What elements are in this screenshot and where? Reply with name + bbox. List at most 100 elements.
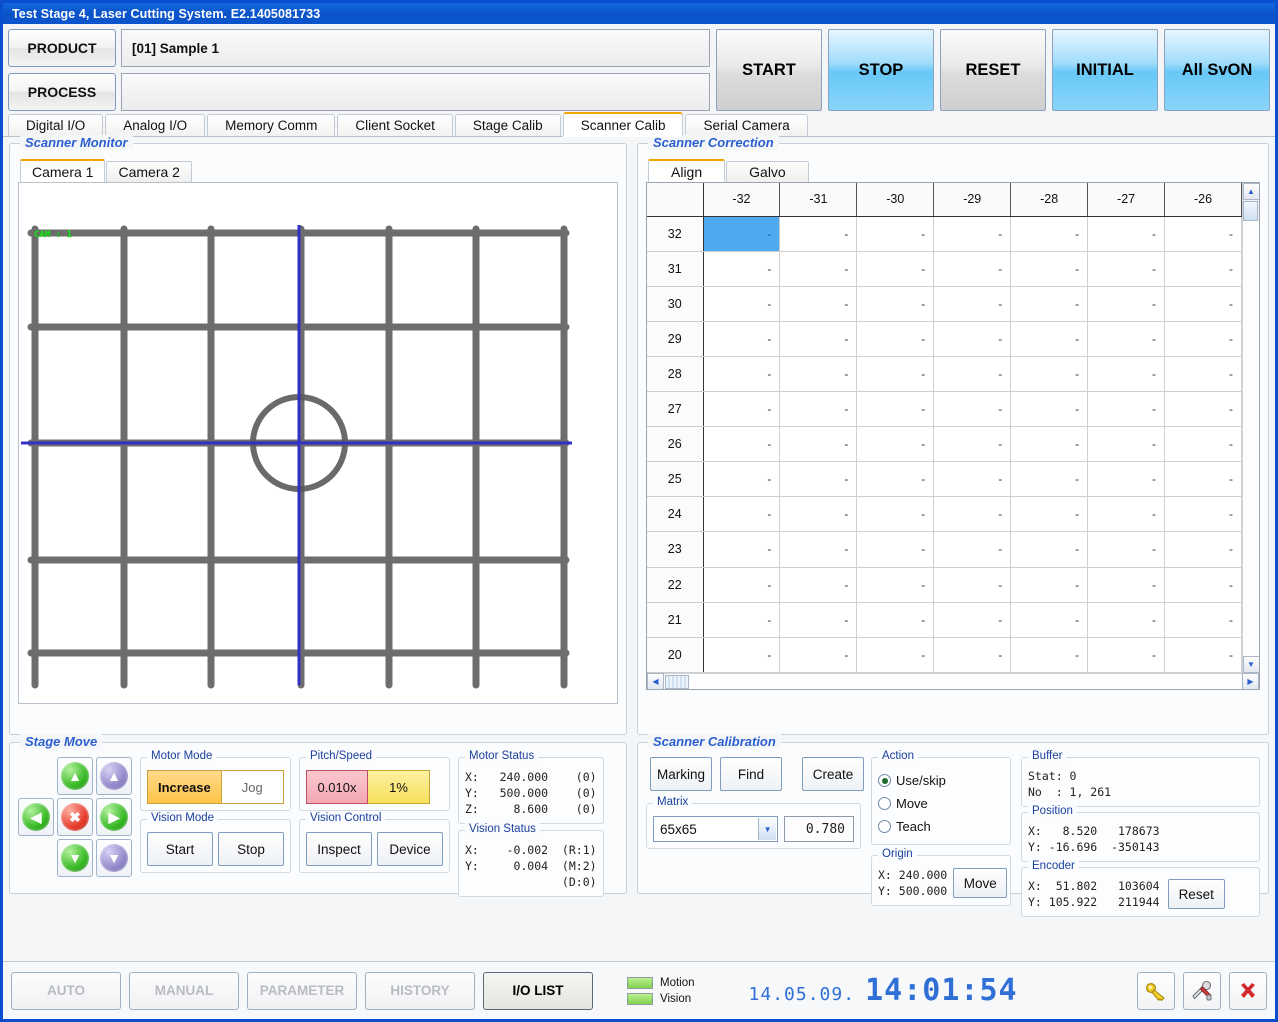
table-cell[interactable]: -	[933, 602, 1012, 638]
table-cell[interactable]: -	[1010, 567, 1089, 603]
column-header[interactable]: -32	[703, 183, 781, 217]
reset-button[interactable]: RESET	[940, 29, 1046, 111]
table-cell[interactable]: -	[1010, 356, 1089, 393]
table-cell[interactable]: -	[856, 356, 935, 393]
process-field[interactable]	[121, 73, 710, 111]
table-cell[interactable]: -	[1164, 356, 1242, 393]
vision-inspect-button[interactable]: Inspect	[306, 832, 372, 866]
table-cell[interactable]: -	[779, 356, 858, 393]
column-header[interactable]: -28	[1010, 183, 1089, 217]
row-header[interactable]: 20	[647, 637, 704, 674]
process-button[interactable]: PROCESS	[8, 73, 116, 111]
stop-button[interactable]: STOP	[828, 29, 934, 111]
table-cell[interactable]: -	[1087, 286, 1166, 322]
table-cell[interactable]: -	[703, 531, 781, 568]
mode-manual-button[interactable]: MANUAL	[129, 971, 239, 1010]
table-cell[interactable]: -	[779, 251, 858, 287]
table-cell[interactable]: -	[779, 461, 858, 498]
tab-analog-i-o[interactable]: Analog I/O	[105, 114, 206, 136]
table-cell[interactable]: -	[1164, 426, 1242, 463]
action-radio-use-skip[interactable]: Use/skip	[878, 769, 1004, 792]
mode-history-button[interactable]: HISTORY	[365, 971, 475, 1010]
table-cell[interactable]: -	[703, 602, 781, 638]
vision-stop-button[interactable]: Stop	[218, 832, 284, 866]
product-button[interactable]: PRODUCT	[8, 29, 116, 67]
scroll-up-icon[interactable]: ▲	[1242, 183, 1259, 200]
table-cell[interactable]: -	[856, 251, 935, 287]
table-cell[interactable]: -	[1010, 602, 1089, 638]
stage-stop-button[interactable]: ✖	[57, 798, 93, 836]
column-header[interactable]: -29	[933, 183, 1012, 217]
table-cell[interactable]: -	[703, 637, 781, 674]
table-cell[interactable]: -	[703, 391, 781, 428]
table-vertical-scrollbar[interactable]: ▲ ▼	[1242, 183, 1259, 673]
table-cell[interactable]: -	[779, 531, 858, 568]
correction-tab-align[interactable]: Align	[648, 159, 726, 182]
table-cell[interactable]: -	[856, 531, 935, 568]
table-cell[interactable]: -	[1010, 496, 1089, 533]
row-header[interactable]: 26	[647, 426, 704, 463]
motor-mode-increase-button[interactable]: Increase	[147, 770, 222, 804]
close-icon[interactable]	[1229, 971, 1267, 1010]
table-cell[interactable]: -	[1164, 531, 1242, 568]
vision-device-button[interactable]: Device	[377, 832, 443, 866]
create-button[interactable]: Create	[802, 757, 864, 791]
origin-move-button[interactable]: Move	[953, 868, 1008, 898]
table-cell[interactable]: -	[703, 251, 781, 287]
vertical-scroll-track[interactable]	[1242, 221, 1259, 656]
table-cell[interactable]: -	[1087, 356, 1166, 393]
table-cell[interactable]: -	[933, 637, 1012, 674]
camera-tab-2[interactable]: Camera 2	[106, 161, 192, 182]
row-header[interactable]: 29	[647, 321, 704, 357]
pitch-button[interactable]: 0.010x	[306, 770, 368, 804]
camera-tab-1[interactable]: Camera 1	[20, 159, 106, 182]
stage-y-plus-button[interactable]: ▲	[57, 757, 93, 795]
tab-digital-i-o[interactable]: Digital I/O	[8, 114, 104, 136]
stage-z-minus-button[interactable]: ▼	[96, 839, 132, 877]
table-cell[interactable]: -	[1087, 321, 1166, 357]
scroll-right-icon[interactable]: ▶	[1242, 673, 1259, 689]
selected-cell[interactable]: -	[703, 216, 781, 252]
table-cell[interactable]: -	[1010, 251, 1089, 287]
scroll-down-icon[interactable]: ▼	[1242, 656, 1259, 673]
row-header[interactable]: 32	[647, 216, 704, 252]
table-cell[interactable]: -	[703, 321, 781, 357]
table-cell[interactable]: -	[933, 216, 1012, 252]
table-cell[interactable]: -	[1010, 637, 1089, 674]
table-cell[interactable]: -	[856, 602, 935, 638]
tab-scanner-calib[interactable]: Scanner Calib	[562, 112, 684, 136]
table-cell[interactable]: -	[1164, 286, 1242, 322]
matrix-select[interactable]: 65x65 ▼	[653, 816, 779, 842]
tab-stage-calib[interactable]: Stage Calib	[454, 114, 561, 136]
table-cell[interactable]: -	[703, 461, 781, 498]
table-cell[interactable]: -	[1087, 251, 1166, 287]
find-button[interactable]: Find	[720, 757, 782, 791]
table-cell[interactable]: -	[779, 602, 858, 638]
product-field[interactable]: [01] Sample 1	[121, 29, 710, 67]
row-header[interactable]: 24	[647, 496, 704, 533]
table-cell[interactable]: -	[779, 567, 858, 603]
column-header[interactable]: -30	[856, 183, 935, 217]
table-cell[interactable]: -	[1010, 216, 1089, 252]
camera-image[interactable]: CAM : 1	[21, 185, 572, 699]
table-cell[interactable]: -	[1164, 391, 1242, 428]
mode-parameter-button[interactable]: PARAMETER	[247, 971, 357, 1010]
table-cell[interactable]: -	[779, 216, 858, 252]
column-header[interactable]: -31	[779, 183, 858, 217]
start-button[interactable]: START	[716, 29, 822, 111]
table-cell[interactable]: -	[933, 286, 1012, 322]
tab-serial-camera[interactable]: Serial Camera	[685, 114, 808, 136]
table-cell[interactable]: -	[856, 391, 935, 428]
table-cell[interactable]: -	[779, 496, 858, 533]
table-cell[interactable]: -	[933, 391, 1012, 428]
table-cell[interactable]: -	[1164, 251, 1242, 287]
row-header[interactable]: 21	[647, 602, 704, 638]
table-cell[interactable]: -	[1087, 391, 1166, 428]
row-header[interactable]: 28	[647, 356, 704, 393]
chevron-down-icon[interactable]: ▼	[758, 818, 777, 840]
speed-button[interactable]: 1%	[368, 770, 430, 804]
table-cell[interactable]: -	[1010, 391, 1089, 428]
all-svon-button[interactable]: All SvON	[1164, 29, 1270, 111]
column-header[interactable]: -26	[1164, 183, 1242, 217]
table-cell[interactable]: -	[856, 637, 935, 674]
